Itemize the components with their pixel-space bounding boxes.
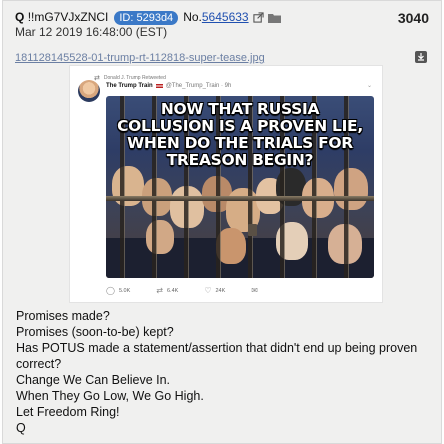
flag-icon	[155, 84, 163, 88]
tweet-author-handle: @The_Trump_Train · 9h	[165, 83, 232, 89]
poster-name: Q !!mG7VJxZNCI	[15, 10, 108, 25]
tweet-actions: ◯ 5.0K ⇄ 6.4K ♡ 24K ✉	[106, 286, 258, 295]
folder-icon[interactable]	[267, 12, 281, 23]
envelope-icon: ✉	[251, 286, 258, 295]
post-header: Q !!mG7VJxZNCI ID: 5293d4 No. 5645633	[15, 10, 435, 25]
body-line: When They Go Low, We Go High.	[16, 389, 204, 403]
retweet-label: Donald J. Trump Retweeted	[103, 75, 166, 81]
poster-id-badge[interactable]: ID: 5293d4	[114, 10, 179, 25]
post-number-label: No.	[183, 10, 202, 24]
retweet-count: 6.4K	[166, 287, 179, 294]
poster-name-text: Q	[15, 10, 25, 24]
q-post: Q !!mG7VJxZNCI ID: 5293d4 No. 5645633 30…	[2, 0, 442, 444]
meme-image: NOW THAT RUSSIA COLLUSION IS A PROVEN LI…	[106, 96, 374, 278]
retweet-line: ⇄ Donald J. Trump Retweeted	[94, 74, 166, 82]
post-timestamp: Mar 12 2019 16:48:00 (EST)	[15, 25, 168, 39]
like-count: 24K	[215, 287, 226, 294]
body-line: Has POTUS made a statement/assertion tha…	[16, 341, 418, 371]
body-line: Let Freedom Ring!	[16, 405, 120, 419]
retweet-action[interactable]: ⇄ 6.4K	[156, 286, 178, 295]
body-line: Change We Can Believe In.	[16, 373, 171, 387]
retweet-icon: ⇄	[156, 286, 163, 295]
body-line: Promises made?	[16, 309, 110, 323]
external-link-icon[interactable]	[252, 12, 264, 23]
padlock-icon	[248, 224, 257, 236]
post-number-link[interactable]: 5645633	[202, 10, 249, 25]
download-icon[interactable]	[415, 51, 427, 63]
tweet-author-name: The Trump Train	[106, 83, 153, 89]
chevron-down-icon: ⌄	[366, 83, 372, 89]
tweet-author-line: The Trump Train @The_Trump_Train · 9h	[106, 83, 231, 89]
post-count: 3040	[397, 10, 429, 26]
meme-caption: NOW THAT RUSSIA COLLUSION IS A PROVEN LI…	[117, 100, 363, 169]
heart-icon: ♡	[204, 286, 212, 295]
reply-icon: ◯	[106, 286, 115, 295]
image-filename-link[interactable]: 181128145528-01-trump-rt-112818-super-te…	[15, 52, 265, 64]
post-body: Promises made? Promises (soon-to-be) kep…	[16, 308, 436, 436]
avatar	[78, 80, 100, 102]
tripcode: !!mG7VJxZNCI	[27, 10, 109, 24]
body-line: Promises (soon-to-be) kept?	[16, 325, 174, 339]
tweet-screenshot-image[interactable]: ⇄ Donald J. Trump Retweeted The Trump Tr…	[69, 65, 383, 303]
like-action[interactable]: ♡ 24K	[204, 286, 225, 295]
body-line: Q	[16, 421, 26, 435]
message-action[interactable]: ✉	[251, 286, 258, 295]
reply-action[interactable]: ◯ 5.0K	[106, 286, 130, 295]
reply-count: 5.0K	[118, 287, 131, 294]
download-arrow-icon	[418, 53, 424, 61]
jail-crossbar	[106, 196, 374, 201]
